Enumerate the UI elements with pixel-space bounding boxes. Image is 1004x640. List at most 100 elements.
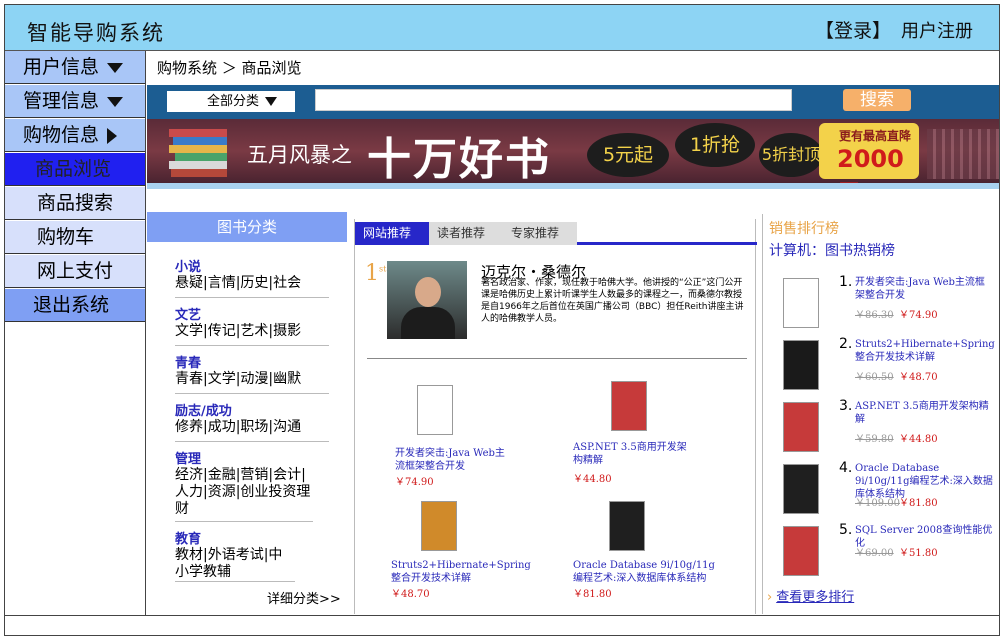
category-group[interactable]: 青春 青春|文学|动漫|幽默: [175, 352, 329, 394]
book-cover[interactable]: [783, 464, 819, 514]
banner-promo-line: 更有最高直降: [839, 129, 912, 143]
category-links[interactable]: 悬疑|言情|历史|社会: [175, 275, 329, 292]
nav-user-info-label: 用户信息: [23, 56, 100, 78]
chevron-right-icon: ›: [767, 590, 773, 605]
ranking-subtitle: 计算机：图书热销榜: [769, 243, 895, 259]
book-title[interactable]: 开发者突击:Java Web主流框架整合开发: [395, 447, 505, 473]
ranking-number: 5.: [839, 522, 853, 538]
search-button[interactable]: 搜索: [843, 89, 911, 111]
nav-shop-info[interactable]: 购物信息: [5, 119, 145, 152]
search-bar: 全部分类 搜索: [147, 85, 999, 119]
book-price: ￥48.70: [391, 589, 430, 600]
banner-promo-amount: 2000元: [837, 145, 904, 183]
ranking-book-title[interactable]: 开发者突击:Java Web主流框架整合开发: [855, 276, 993, 302]
banner-slogan: 五月风暴之: [247, 143, 352, 167]
left-nav: 用户信息 管理信息 购物信息 商品浏览 商品搜索 购物车 网上支付 退出系统: [5, 51, 146, 615]
category-title[interactable]: 小说: [175, 256, 329, 275]
category-links[interactable]: 教材|外语考试|中小学教辅: [175, 547, 295, 581]
ranking-number: 1.: [839, 274, 853, 290]
nav-admin-info[interactable]: 管理信息: [5, 85, 145, 118]
ranking-book-title[interactable]: Struts2+Hibernate+Spring整合开发技术详解: [855, 338, 995, 364]
category-links[interactable]: 经济|金融|营销|会计|人力|资源|创业投资理财: [175, 467, 313, 518]
book-cover[interactable]: [783, 278, 819, 328]
ranking-number: 4.: [839, 460, 853, 476]
book-price: ￥44.80: [573, 474, 612, 485]
recommend-panel: 网站推荐 读者推荐 专家推荐 1st 迈克尔・桑德尔 著名政治家、作家，现任教于…: [354, 219, 757, 614]
ranking-new-price: ￥51.80: [899, 548, 938, 559]
category-group[interactable]: 文艺 文学|传记|艺术|摄影: [175, 304, 329, 346]
category-select-value: 全部分类: [207, 94, 260, 109]
ranking-book-title[interactable]: ASP.NET 3.5商用开发架构精解: [855, 400, 993, 426]
chevron-right-icon: [107, 127, 118, 144]
banner-bubble-2: 1折抢: [675, 123, 755, 167]
category-group[interactable]: 教育 教材|外语考试|中小学教辅: [175, 528, 295, 582]
feature-rank-suffix: st: [379, 264, 387, 274]
chevron-down-icon: [265, 97, 278, 106]
nav-logout[interactable]: 退出系统: [5, 289, 145, 322]
more-ranking-label[interactable]: 查看更多排行: [776, 590, 854, 605]
book-cover[interactable]: [783, 526, 819, 576]
nav-search[interactable]: 商品搜索: [5, 187, 145, 220]
login-link[interactable]: 【登录】: [815, 16, 891, 43]
author-description: 著名政治家、作家，现任教于哈佛大学。他讲授的“公正”这门公开课是哈佛历史上累计听…: [481, 278, 744, 324]
more-categories-link[interactable]: 详细分类>>: [267, 588, 341, 607]
book-cover[interactable]: [783, 340, 819, 390]
category-links[interactable]: 文学|传记|艺术|摄影: [175, 323, 329, 340]
book-title[interactable]: Oracle Database 9i/10g/11g编程艺术:深入数据库体系结构: [573, 559, 721, 585]
book-cover[interactable]: [611, 381, 647, 431]
ranking-old-price: ￥69.00: [855, 548, 894, 559]
book-cover[interactable]: [417, 385, 453, 435]
ranking-new-price: ￥74.90: [899, 310, 938, 321]
banner-bubble-3: 5折封顶: [759, 133, 823, 177]
nav-user-info[interactable]: 用户信息: [5, 51, 145, 84]
top-bar: 智能导购系统 【登录】 用户注册: [5, 5, 999, 51]
nav-admin-info-label: 管理信息: [23, 90, 100, 112]
category-title[interactable]: 管理: [175, 448, 313, 467]
category-select[interactable]: 全部分类: [167, 91, 295, 112]
book-price: ￥74.90: [395, 477, 434, 488]
category-group[interactable]: 小说 悬疑|言情|历史|社会: [175, 256, 329, 298]
chevron-down-icon: [107, 96, 124, 107]
ranking-number: 3.: [839, 398, 853, 414]
more-ranking-link[interactable]: › 查看更多排行: [767, 586, 854, 605]
banner-headline: 十万好书: [367, 134, 551, 183]
book-title[interactable]: ASP.NET 3.5商用开发架构精解: [573, 441, 693, 467]
book-stack-icon: [169, 129, 227, 177]
book-cover[interactable]: [783, 402, 819, 452]
nav-pay[interactable]: 网上支付: [5, 255, 145, 288]
banner-bubble-1: 5元起: [587, 133, 669, 177]
promo-banner[interactable]: 五月风暴之 十万好书 5元起 1折抢 5折封顶 更有最高直降 2000元: [147, 119, 999, 183]
register-link[interactable]: 用户注册: [901, 17, 973, 43]
nav-browse[interactable]: 商品浏览: [5, 153, 145, 186]
tab-site-recommend[interactable]: 网站推荐: [355, 222, 429, 245]
category-title[interactable]: 青春: [175, 352, 329, 371]
ranking-old-price: ￥86.30: [855, 310, 894, 321]
book-title[interactable]: Struts2+Hibernate+Spring整合开发技术详解: [391, 559, 531, 585]
category-title[interactable]: 励志/成功: [175, 400, 329, 419]
ranking-number: 2.: [839, 336, 853, 352]
nav-shop-info-label: 购物信息: [23, 124, 100, 146]
tab-reader-recommend[interactable]: 读者推荐: [429, 222, 503, 245]
category-group[interactable]: 管理 经济|金融|营销|会计|人力|资源|创业投资理财: [175, 448, 313, 522]
nav-cart[interactable]: 购物车: [5, 221, 145, 254]
category-links[interactable]: 青春|文学|动漫|幽默: [175, 371, 329, 388]
category-group[interactable]: 励志/成功 修养|成功|职场|沟通: [175, 400, 329, 442]
category-panel: 图书分类 小说 悬疑|言情|历史|社会 文艺 文学|传记|艺术|摄影 青春 青春…: [147, 212, 347, 614]
portrait-face: [415, 277, 441, 307]
category-links[interactable]: 修养|成功|职场|沟通: [175, 419, 329, 436]
banner-promo: 更有最高直降 2000元: [819, 123, 919, 183]
tab-expert-recommend[interactable]: 专家推荐: [503, 222, 577, 245]
bookshelf-image: [927, 129, 999, 179]
page-frame: 智能导购系统 【登录】 用户注册 用户信息 管理信息 购物信息 商品浏览 商品搜…: [4, 4, 1000, 636]
author-portrait[interactable]: [387, 261, 467, 339]
search-input[interactable]: [315, 89, 792, 111]
brand-title: 智能导购系统: [27, 21, 165, 45]
book-cover[interactable]: [421, 501, 457, 551]
category-title[interactable]: 文艺: [175, 304, 329, 323]
footer-bar: [5, 615, 999, 635]
category-heading: 图书分类: [147, 212, 347, 242]
chevron-down-icon: [107, 62, 124, 73]
book-cover[interactable]: [609, 501, 645, 551]
category-title[interactable]: 教育: [175, 528, 295, 547]
ranking-old-price: ￥60.50: [855, 372, 894, 383]
